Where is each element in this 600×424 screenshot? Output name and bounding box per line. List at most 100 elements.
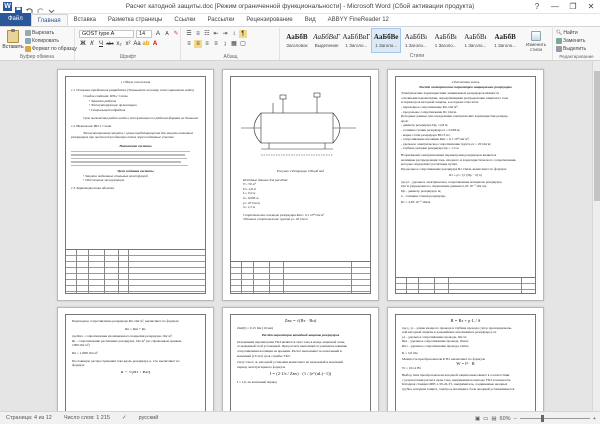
restore-button[interactable]: ❐	[564, 0, 582, 14]
text-line: 1.2 Назначение ИП-1 Схема	[71, 124, 112, 129]
superscript-button[interactable]: x²	[124, 40, 132, 48]
line-spacing-icon[interactable]: ↨	[221, 40, 229, 48]
select-label: Выделить	[563, 46, 587, 52]
style-item[interactable]: AaБбВвГ Выделение	[312, 28, 342, 53]
tab-abbyy[interactable]: ABBYY FineReader 12	[322, 14, 395, 26]
underline-button[interactable]: Ч	[97, 40, 105, 48]
text-line: трубка, катодная защита, электрод-потенц…	[402, 386, 516, 391]
increase-indent-icon[interactable]: ⇥	[221, 30, 229, 38]
justify-icon[interactable]: ≡	[212, 40, 220, 48]
subscript-button[interactable]: x₂	[115, 40, 123, 48]
tab-review[interactable]: Рецензирование	[240, 14, 298, 26]
proofing-icon[interactable]: ✓	[116, 415, 133, 421]
strikethrough-button[interactable]: abc	[106, 40, 114, 48]
align-left-icon[interactable]: ≡	[185, 40, 193, 48]
font-name-select[interactable]: GOST type A	[79, 30, 134, 38]
save-icon[interactable]	[14, 2, 23, 14]
close-button[interactable]: ✕	[582, 0, 600, 14]
style-item[interactable]: AaБбВı 1 Заголо...	[431, 28, 461, 53]
document-area[interactable]: 1 Общие положения 1.1 Основные требовани…	[0, 61, 600, 411]
style-item[interactable]: AaБбВı 1 Заголо...	[461, 28, 491, 53]
page-indicator[interactable]: Страница: 4 из 12	[0, 415, 58, 421]
zoom-out-icon[interactable]: −	[514, 416, 517, 422]
text-line: конечный (10 лет) срок службы УКЗ.	[237, 353, 291, 358]
zoom-slider[interactable]	[519, 415, 590, 422]
tab-references[interactable]: Ссылки	[168, 14, 201, 26]
cut-label: Вырезать	[32, 30, 55, 36]
document-page[interactable]: Zвх = √(Rт · Rп) Zвх(0) = 0,15 Ом (10 мм…	[222, 307, 379, 411]
shading-icon[interactable]: ▦	[230, 40, 238, 48]
borders-icon[interactable]: ▢	[239, 40, 247, 48]
result-line: R = 5,6 Ом	[402, 350, 418, 355]
numbering-icon[interactable]: ≡	[194, 30, 202, 38]
find-label: Найти	[563, 30, 578, 36]
style-item-selected[interactable]: AaБбВе 1 Заголо...	[371, 28, 402, 53]
find-button[interactable]: 🔍︎ Найти	[556, 30, 578, 36]
scrollbar-thumb[interactable]	[594, 71, 600, 201]
italic-button[interactable]: К	[88, 40, 96, 48]
clear-format-icon[interactable]: ✎	[172, 30, 180, 38]
zoom-in-icon[interactable]: +	[593, 416, 596, 422]
highlight-button[interactable]: ab	[142, 40, 150, 48]
paste-button[interactable]: Вставить	[2, 29, 24, 52]
bold-button[interactable]: Ж	[79, 40, 87, 48]
tab-home[interactable]: Главная	[30, 14, 68, 26]
customize-qat-icon[interactable]	[47, 2, 56, 14]
web-layout-icon[interactable]: ▤	[491, 416, 496, 422]
replace-button[interactable]: Заменить	[556, 38, 585, 44]
document-page[interactable]: Переходное сопротивление резервуара Rп, …	[57, 307, 214, 411]
format-painter-button[interactable]: Формат по образцу	[25, 46, 77, 52]
zoom-slider-knob[interactable]	[540, 415, 544, 422]
style-item[interactable]: AaБбВ Заголовок	[282, 28, 312, 53]
editing-group: 🔍︎ Найти Заменить Выделить Редактировани…	[552, 28, 600, 60]
cut-button[interactable]: Вырезать	[25, 30, 54, 36]
sort-icon[interactable]: ↕	[230, 30, 238, 38]
tab-file[interactable]: Файл	[0, 13, 31, 26]
tab-mailings[interactable]: Рассылки	[201, 14, 240, 26]
document-page[interactable]: Рисунок 2 Резервуар. Общий вид Исходные …	[222, 69, 379, 301]
language-indicator[interactable]: русский	[133, 415, 165, 421]
print-layout-icon[interactable]: ▣	[475, 416, 480, 422]
style-item[interactable]: AaБбВı 1 Заголо...	[401, 28, 431, 53]
show-marks-icon[interactable]: ¶	[239, 30, 247, 38]
title-block	[396, 277, 535, 293]
select-button[interactable]: Выделить	[556, 46, 586, 52]
brush-icon	[25, 46, 31, 52]
change-case-button[interactable]: Aa	[133, 40, 141, 48]
undo-icon[interactable]	[25, 2, 34, 13]
tab-insert[interactable]: Вставка	[68, 14, 102, 26]
grow-font-icon[interactable]: A	[154, 30, 162, 38]
vertical-scrollbar[interactable]	[592, 61, 600, 411]
style-item[interactable]: AaБбВ 1 Заголо...	[490, 28, 520, 53]
document-page[interactable]: 2 Расчетная часть Расчёт электрических п…	[387, 69, 544, 301]
help-button[interactable]: ?	[528, 0, 546, 14]
zoom-level[interactable]: 60%	[500, 416, 511, 422]
word-count[interactable]: Число слов: 1 215	[58, 415, 116, 421]
tab-page-layout[interactable]: Разметка страницы	[102, 14, 168, 26]
tab-view[interactable]: Вид	[299, 14, 322, 26]
change-styles-button[interactable]: Изменить стили	[523, 31, 549, 52]
document-page[interactable]: 1 Общие положения 1.1 Основные требовани…	[57, 69, 214, 301]
full-screen-icon[interactable]: ▭	[483, 416, 488, 422]
result-line: W = 101,2 Вт	[402, 366, 421, 371]
document-page[interactable]: R = Rз + ρ·L / S где γ, γ1 - длина входн…	[387, 307, 544, 411]
decrease-indent-icon[interactable]: ⇤	[212, 30, 220, 38]
title-block	[66, 249, 205, 293]
bullets-icon[interactable]: ☰	[185, 30, 193, 38]
align-center-icon[interactable]: ≡	[194, 40, 202, 48]
minimize-button[interactable]: —	[546, 0, 564, 14]
redo-icon[interactable]	[36, 2, 45, 13]
style-item[interactable]: AaБбВвГ 1 Заголо...	[342, 28, 372, 53]
font-size-select[interactable]: 14	[136, 30, 152, 38]
multilevel-icon[interactable]: ☷	[203, 30, 211, 38]
replace-label: Заменить	[563, 38, 586, 44]
styles-gallery: AaБбВ Заголовок AaБбВвГ Выделение AaБбВвГ 1…	[282, 28, 520, 53]
page-heading: 1 Общие положения	[120, 80, 151, 84]
copy-button[interactable]: Копировать	[25, 38, 59, 44]
clipboard-group-label: Буфер обмена	[20, 54, 54, 60]
font-color-button[interactable]: A	[151, 40, 159, 48]
list-buttons: ☰ ≡ ☷ ⇤ ⇥ ↕ ¶	[185, 30, 247, 38]
shrink-font-icon[interactable]: A	[163, 30, 171, 38]
word-app-icon[interactable]: W	[3, 2, 12, 11]
align-right-icon[interactable]: ≡	[203, 40, 211, 48]
